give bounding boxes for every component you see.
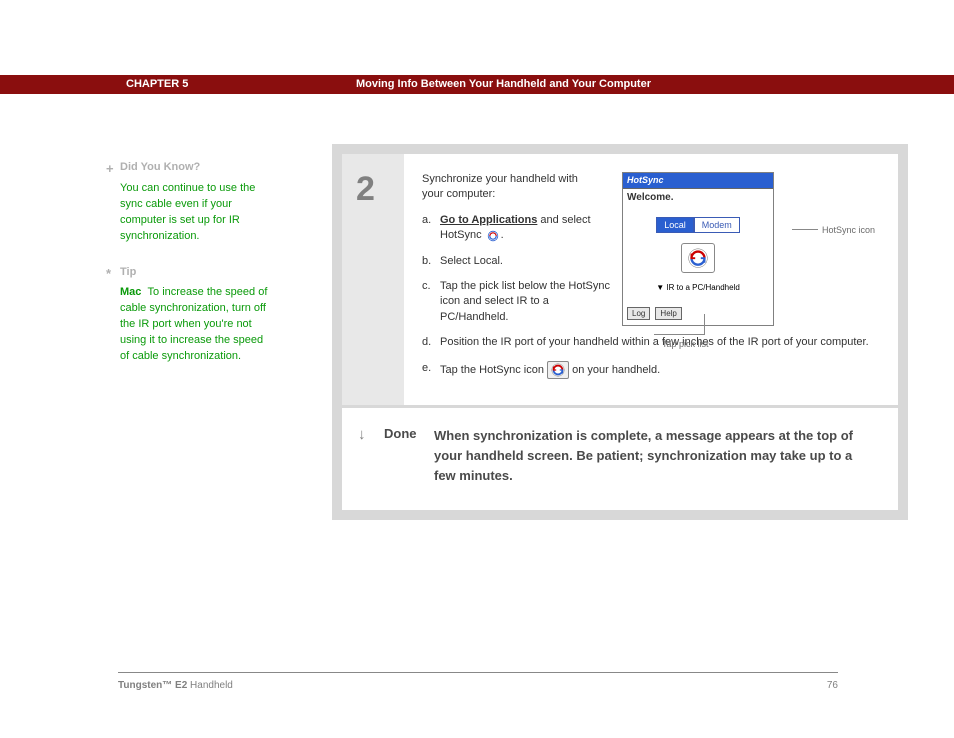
chevron-down-icon: ▼ [656,283,664,292]
callout-tap-pick-list: Tap pick list [662,338,709,351]
device-screenshot: HotSync Welcome. LocalModem ▼ IR to a PC… [622,172,774,326]
substep-e-letter: e. [422,361,440,379]
substep-d: d. Position the IR port of your handheld… [422,335,882,350]
substep-a-text: Go to Applications and select HotSync . [440,213,612,244]
substep-c-letter: c. [422,279,440,325]
did-you-know-title: Did You Know? [120,161,200,173]
device-welcome: Welcome. [623,189,773,211]
help-button[interactable]: Help [655,307,681,320]
done-text: When synchronization is complete, a mess… [434,426,876,486]
callout-line [792,229,818,230]
did-you-know-body: You can continue to use the sync cable e… [120,181,271,245]
device-title-bar: HotSync [623,173,773,189]
footer-rule [118,672,838,673]
done-left: ↓ Done [358,426,434,486]
hotsync-icon[interactable] [681,243,715,273]
device-hotsync-cell [623,243,773,276]
step-intro: Synchronize your handheld with your comp… [422,172,602,203]
substep-c-text: Tap the pick list below the HotSync icon… [440,279,612,325]
plus-icon: + [106,160,120,179]
step-row: 2 Synchronize your handheld with your co… [342,154,898,408]
step-content: Synchronize your handheld with your comp… [404,154,898,405]
footer-product-bold: Tungsten™ E2 [118,680,187,691]
asterisk-icon: * [106,265,120,284]
substep-d-letter: d. [422,335,440,350]
tip-title: Tip [120,266,136,278]
tip-block: *Tip Mac To increase the speed of cable … [106,265,271,366]
tab-local[interactable]: Local [656,217,694,234]
substep-b-text: Select Local. [440,254,612,269]
done-label: Done [384,426,417,441]
tip-body-text: To increase the speed of cable synchroni… [120,286,267,362]
device-tabs: LocalModem [623,217,773,234]
chapter-title: Moving Info Between Your Handheld and Yo… [356,78,651,90]
substep-c: c. Tap the pick list below the HotSync i… [422,279,612,325]
main-content-box: 2 Synchronize your handheld with your co… [332,144,908,520]
substep-b-letter: b. [422,254,440,269]
substep-b: b. Select Local. [422,254,612,269]
tip-mac-label: Mac [120,286,141,298]
callout-line [654,334,705,335]
down-arrow-icon: ↓ [358,426,378,443]
substep-a-letter: a. [422,213,440,244]
step-number: 2 [356,170,404,209]
substep-e-text: Tap the HotSync icon on your handheld. [440,361,882,379]
device-picklist[interactable]: ▼ IR to a PC/Handheld [623,282,773,293]
substep-a: a. Go to Applications and select HotSync… [422,213,612,244]
tab-modem[interactable]: Modem [694,217,740,234]
substep-d-text: Position the IR port of your handheld wi… [440,335,882,350]
callout-hotsync-icon: HotSync icon [822,224,875,237]
step-number-column: 2 [342,154,404,405]
tip-body: Mac To increase the speed of cable synch… [120,285,271,365]
device-buttons: Log Help [627,306,684,321]
hotsync-icon [485,229,501,243]
chapter-label: CHAPTER 5 [126,78,188,90]
callout-line [704,314,705,334]
did-you-know-block: +Did You Know? You can continue to use t… [106,160,271,245]
chapter-header-bar: CHAPTER 5 Moving Info Between Your Handh… [0,75,954,94]
hotsync-icon [547,361,569,379]
page-number: 76 [827,680,838,691]
substep-e: e. Tap the HotSync icon on your handheld… [422,361,882,379]
sidebar: +Did You Know? You can continue to use t… [106,160,271,385]
log-button[interactable]: Log [627,307,650,320]
footer-product-rest: Handheld [187,680,233,691]
footer-product: Tungsten™ E2 Handheld [118,680,233,691]
go-to-applications-link[interactable]: Go to Applications [440,214,537,226]
done-row: ↓ Done When synchronization is complete,… [342,408,898,510]
